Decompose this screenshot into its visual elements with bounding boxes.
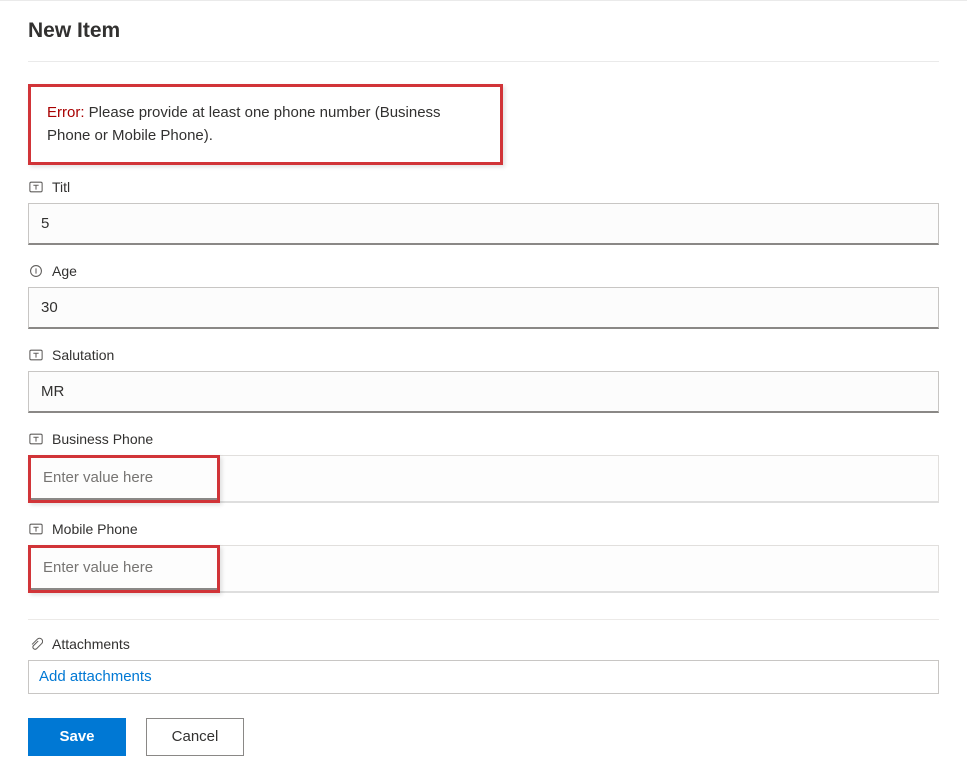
age-input[interactable]: [28, 287, 939, 329]
field-business-phone-label: Business Phone: [52, 431, 153, 447]
text-field-icon: [28, 179, 44, 195]
business-phone-input[interactable]: [31, 458, 217, 500]
field-title-label: Titl: [52, 179, 70, 195]
error-message: Please provide at least one phone number…: [47, 104, 441, 144]
attachments-input[interactable]: [28, 660, 939, 694]
business-phone-input-remainder[interactable]: [220, 455, 939, 503]
save-button[interactable]: Save: [28, 718, 126, 756]
text-field-icon: [28, 431, 44, 447]
field-salutation-label-row: Salutation: [28, 347, 939, 363]
cancel-button[interactable]: Cancel: [146, 718, 244, 756]
text-field-icon: [28, 347, 44, 363]
field-business-phone-label-row: Business Phone: [28, 431, 939, 447]
title-input[interactable]: [28, 203, 939, 245]
attachment-icon: [28, 636, 44, 652]
mobile-phone-highlight: [28, 545, 220, 593]
page-title: New Item: [28, 19, 939, 43]
section-divider: [28, 619, 939, 620]
field-title-label-row: Titl: [28, 179, 939, 195]
field-mobile-phone: Mobile Phone: [28, 521, 939, 593]
field-attachments: Attachments: [28, 636, 939, 694]
field-salutation-label: Salutation: [52, 347, 114, 363]
field-title: Titl: [28, 179, 939, 245]
text-field-icon: [28, 521, 44, 537]
salutation-input[interactable]: [28, 371, 939, 413]
error-label: Error:: [47, 104, 85, 121]
title-divider: [28, 61, 939, 62]
error-banner: Error: Please provide at least one phone…: [28, 84, 503, 165]
business-phone-highlight: [28, 455, 220, 503]
field-salutation: Salutation: [28, 347, 939, 413]
mobile-phone-input[interactable]: [31, 548, 217, 590]
number-field-icon: [28, 263, 44, 279]
field-age: Age: [28, 263, 939, 329]
field-age-label: Age: [52, 263, 77, 279]
field-mobile-phone-label: Mobile Phone: [52, 521, 138, 537]
field-mobile-phone-label-row: Mobile Phone: [28, 521, 939, 537]
field-attachments-label: Attachments: [52, 636, 130, 652]
mobile-phone-input-remainder[interactable]: [220, 545, 939, 593]
field-attachments-label-row: Attachments: [28, 636, 939, 652]
button-row: Save Cancel: [28, 718, 939, 760]
field-business-phone: Business Phone: [28, 431, 939, 503]
field-age-label-row: Age: [28, 263, 939, 279]
